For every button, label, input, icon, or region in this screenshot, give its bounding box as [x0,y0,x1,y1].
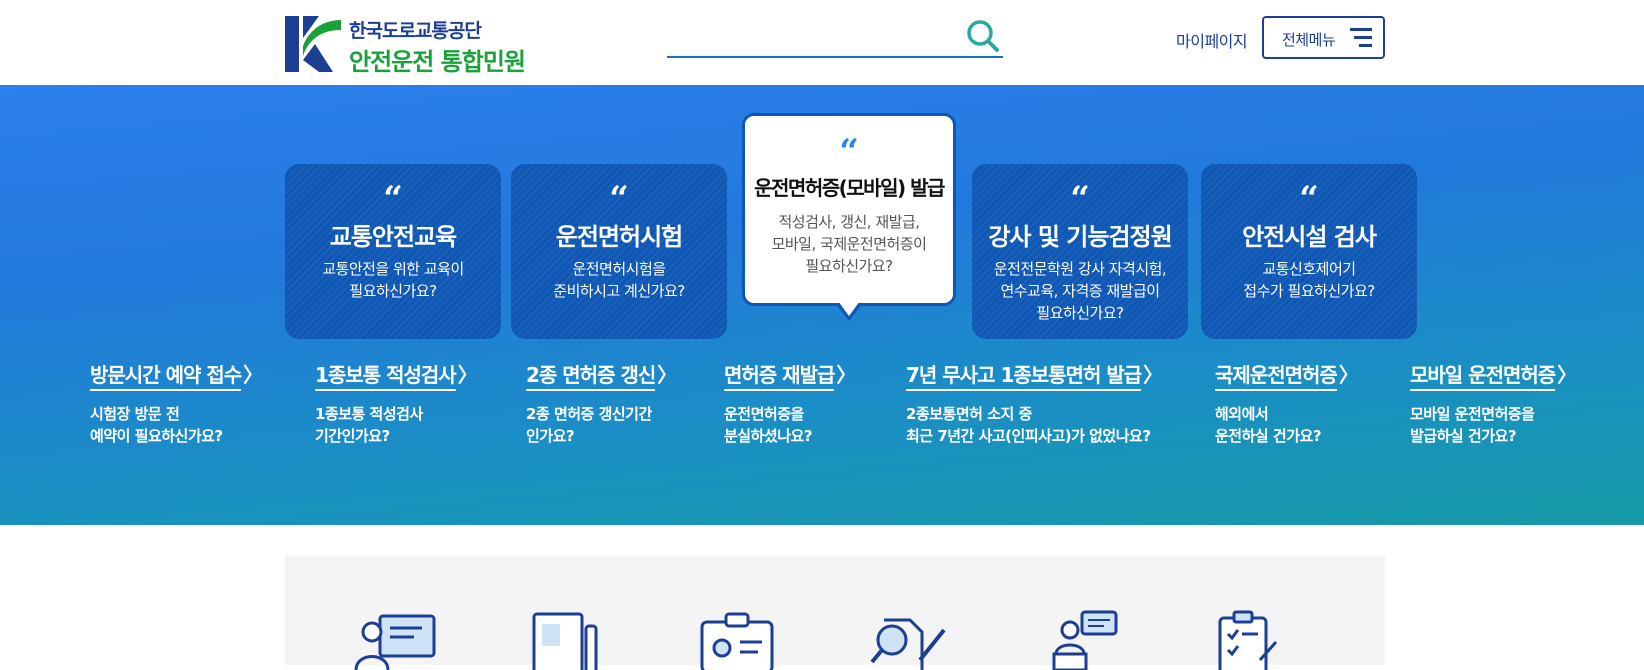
card-description: 교통신호제어기 접수가 필요하신가요? [1243,260,1375,300]
mypage-link[interactable]: 마이페이지 [1176,28,1248,52]
link-title: 7년 무사고 1종보통면허 발급 [906,359,1142,391]
card-title: 강사 및 기능검정원 [988,223,1172,251]
instructor-icon[interactable] [1030,610,1130,670]
link-description: 2종보통면허 소지 중 최근 7년간 사고(인피사고)가 없었나요? [906,405,1151,445]
link-description: 운전면허증을 분실하셨나요? [724,405,813,445]
card-description: 운전면허시험을 준비하시고 계신가요? [553,260,685,300]
site-logo[interactable]: 한국도로교통공단 안전운전 통합민원 [285,16,555,76]
hamburger-icon [1350,28,1372,48]
hero-banner: “ 교통안전교육 교통안전을 위한 교육이 필요하신가요? “ 운전면허시험 운전… [0,85,1644,525]
link-7year-no-accident[interactable]: 7년 무사고 1종보통면허 발급 〉 2종보통면허 소지 중 최근 7년간 사고(인… [906,359,1163,447]
site-header: 한국도로교통공단 안전운전 통합민원 마이페이지 전체메뉴 [0,0,1644,85]
search-icon[interactable] [965,18,1001,54]
card-instructor[interactable]: “ 강사 및 기능검정원 운전전문학원 강사 자격시험, 연수교육, 자격증 재발… [972,164,1188,339]
link-description: 2종 면허증 갱신기간 인가요? [526,405,652,445]
link-international-license[interactable]: 국제운전면허증 〉 해외에서 운전하실 건가요? [1215,359,1359,447]
all-menu-label: 전체메뉴 [1282,31,1336,49]
chevron-right-icon: 〉 [243,363,264,387]
education-icon[interactable] [350,610,450,670]
card-title: 안전시설 검사 [1242,223,1377,251]
link-description: 모바일 운전면허증을 발급하실 건가요? [1410,405,1535,445]
link-type2-renewal[interactable]: 2종 면허증 갱신 〉 2종 면허증 갱신기간 인가요? [526,359,677,447]
link-description: 1종보통 적성검사 기간인가요? [315,405,423,445]
card-title: 운전면허증(모바일) 발급 [754,176,945,200]
link-description: 시험장 방문 전 예약이 필요하신가요? [90,405,223,445]
card-safety-facility[interactable]: “ 안전시설 검사 교통신호제어기 접수가 필요하신가요? [1201,164,1417,339]
link-title: 방문시간 예약 접수 [90,359,242,391]
card-pointer-inner [838,301,860,316]
quote-icon: “ [839,132,859,172]
quote-icon: “ [1070,179,1090,219]
quote-icon: “ [609,179,629,219]
link-title: 모바일 운전면허증 [1410,359,1556,391]
link-title: 국제운전면허증 [1215,359,1338,391]
chevron-right-icon: 〉 [657,363,678,387]
all-menu-button[interactable]: 전체메뉴 [1262,16,1385,59]
kotsa-logo-icon [285,16,341,72]
link-title: 2종 면허증 갱신 [526,359,656,391]
quote-icon: “ [1299,179,1319,219]
inspection-icon[interactable] [860,610,960,670]
id-card-icon[interactable] [690,610,790,670]
link-type1-aptitude[interactable]: 1종보통 적성검사 〉 1종보통 적성검사 기간인가요? [315,359,478,447]
org-name: 한국도로교통공단 [349,20,482,42]
card-description: 교통안전을 위한 교육이 필요하신가요? [322,260,464,300]
card-license-exam[interactable]: “ 운전면허시험 운전면허시험을 준비하시고 계신가요? [511,164,727,339]
card-title: 교통안전교육 [329,223,457,251]
link-mobile-license[interactable]: 모바일 운전면허증 〉 모바일 운전면허증을 발급하실 건가요? [1410,359,1577,447]
chevron-right-icon: 〉 [836,363,857,387]
link-visit-reservation[interactable]: 방문시간 예약 접수 〉 시험장 방문 전 예약이 필요하신가요? [90,359,263,447]
link-description: 해외에서 운전하실 건가요? [1215,405,1322,445]
chevron-right-icon: 〉 [1143,363,1164,387]
link-reissue[interactable]: 면허증 재발급 〉 운전면허증을 분실하셨나요? [724,359,856,447]
link-title: 면허증 재발급 [724,359,835,391]
search-input[interactable] [667,20,957,54]
link-title: 1종보통 적성검사 [315,359,457,391]
card-traffic-education[interactable]: “ 교통안전교육 교통안전을 위한 교육이 필요하신가요? [285,164,501,339]
quick-service-panel [285,555,1385,670]
chevron-right-icon: 〉 [1557,363,1578,387]
chevron-right-icon: 〉 [1338,363,1359,387]
license-book-icon[interactable] [520,610,620,670]
card-description: 운전전문학원 강사 자격시험, 연수교육, 자격증 재발급이 필요하신가요? [993,260,1167,322]
quote-icon: “ [383,179,403,219]
card-title: 운전면허시험 [555,223,683,251]
checklist-icon[interactable] [1200,610,1300,670]
card-description: 적성검사, 갱신, 재발급, 모바일, 국제운전면허증이 필요하신가요? [771,213,927,275]
site-title: 안전운전 통합민원 [349,48,526,76]
card-license-issue-active[interactable]: “ 운전면허증(모바일) 발급 적성검사, 갱신, 재발급, 모바일, 국제운전면… [742,113,956,306]
search-bar [667,16,1003,58]
chevron-right-icon: 〉 [457,363,478,387]
